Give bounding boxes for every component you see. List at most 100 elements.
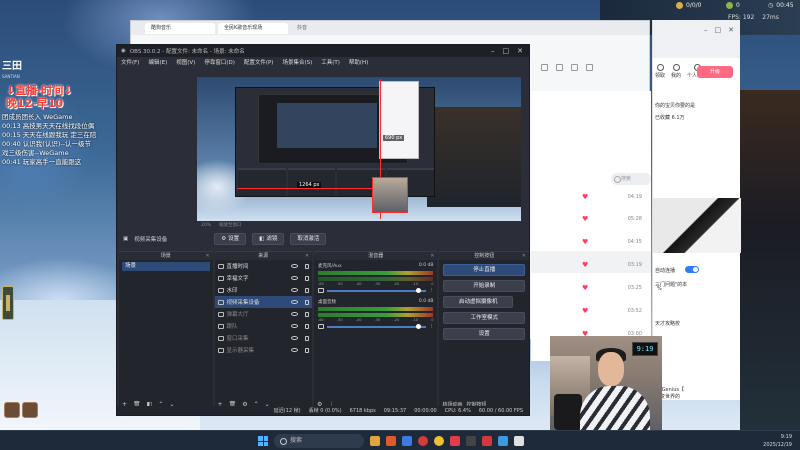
heart-icon[interactable]: ♥ — [582, 307, 588, 315]
album-cover[interactable] — [653, 198, 741, 253]
menu-tools[interactable]: 工具(T) — [321, 58, 340, 66]
dock-close-icon[interactable]: ✕ — [522, 252, 526, 260]
speaker-icon[interactable] — [318, 288, 325, 293]
lock-icon[interactable] — [305, 335, 310, 341]
start-virtual-camera-button[interactable]: 启动虚拟摄像机 — [443, 296, 513, 308]
lock-icon[interactable] — [305, 275, 310, 281]
zoom-to-window[interactable]: 缩放至窗口 — [219, 222, 242, 228]
heart-icon[interactable]: ♥ — [582, 261, 588, 269]
close-icon[interactable]: ✕ — [517, 47, 523, 55]
game-item-slot[interactable] — [4, 402, 20, 418]
bookmark-icon[interactable] — [556, 64, 563, 71]
menu-docks[interactable]: 停靠窗口(D) — [204, 58, 235, 66]
song-row[interactable]: ♥ 05:28 — [582, 214, 642, 224]
more-icon[interactable]: ⋮ — [429, 288, 434, 293]
split-icon[interactable] — [586, 64, 593, 71]
system-tray-clock[interactable]: 9:19 2025/12/19 — [763, 433, 792, 449]
menu-file[interactable]: 文件(F) — [121, 58, 139, 66]
app-icon[interactable] — [402, 436, 412, 446]
lock-icon[interactable] — [305, 263, 310, 269]
source-item[interactable]: 跟队 — [215, 320, 313, 332]
settings-button[interactable]: 设置 — [443, 328, 525, 340]
zoom-level[interactable]: 20% — [201, 223, 211, 228]
browser-tab[interactable]: 全民K歌音乐现场 — [218, 22, 288, 34]
source-item[interactable]: 幸福文字 — [215, 272, 313, 284]
nav-item-mine[interactable]: 我的 — [671, 64, 681, 79]
slider-track[interactable] — [327, 289, 426, 292]
heart-icon[interactable]: ♥ — [582, 284, 588, 292]
game-item-slot[interactable] — [22, 402, 38, 418]
stop-streaming-button[interactable]: 停止直播 — [443, 264, 525, 276]
menu-scene-collection[interactable]: 场景集合(S) — [282, 58, 312, 66]
game-side-tab[interactable] — [2, 286, 14, 320]
app-icon[interactable] — [482, 436, 492, 446]
chrome-icon[interactable] — [434, 436, 444, 446]
browser-tab[interactable]: 抖音 — [291, 23, 361, 34]
app-icon[interactable] — [498, 436, 508, 446]
speaker-icon[interactable] — [318, 324, 325, 329]
close-icon[interactable]: ✕ — [728, 26, 734, 34]
menu-profile[interactable]: 配置文件(P) — [244, 58, 274, 66]
source-item[interactable]: 水印 — [215, 284, 313, 296]
more-icon[interactable]: ⋮ — [429, 324, 434, 329]
volume-slider[interactable]: ⋮ — [318, 288, 433, 293]
lock-icon[interactable] — [305, 287, 310, 293]
dock-close-icon[interactable]: ✕ — [430, 252, 434, 260]
heart-icon[interactable]: ♥ — [582, 238, 588, 246]
upgrade-button[interactable]: 升级 — [697, 66, 733, 78]
lock-icon[interactable] — [305, 311, 310, 317]
autoplay-toggle[interactable] — [685, 266, 699, 273]
maximize-icon[interactable]: □ — [715, 26, 722, 34]
obs-preview[interactable]: 1264 px 690 px — [197, 77, 521, 221]
song-row[interactable]: ♥ 03:52 — [582, 306, 642, 316]
song-row[interactable]: ♥ 03:19 — [582, 260, 642, 270]
maximize-icon[interactable]: □ — [503, 47, 510, 55]
browser-tab[interactable]: 酷狗音乐 — [145, 22, 215, 34]
hidden-icon[interactable] — [291, 324, 299, 328]
hidden-icon[interactable] — [291, 348, 299, 352]
source-item[interactable]: 窗口采集 — [215, 332, 313, 344]
obs-taskbar-icon[interactable] — [466, 436, 476, 446]
app-icon[interactable] — [418, 436, 428, 446]
minimize-icon[interactable]: – — [704, 26, 708, 34]
lock-icon[interactable] — [305, 299, 310, 305]
source-item[interactable]: 显示器采集 — [215, 344, 313, 356]
visibility-icon[interactable] — [291, 264, 299, 268]
slider-knob[interactable] — [416, 288, 422, 293]
song-row[interactable]: ♥ 03:25 — [582, 283, 642, 293]
heart-icon[interactable]: ♥ — [582, 215, 588, 223]
menu-view[interactable]: 视图(V) — [176, 58, 195, 66]
menu-edit[interactable]: 编辑(E) — [148, 58, 167, 66]
song-row[interactable]: ♥ 04:15 — [582, 237, 642, 247]
minimize-icon[interactable]: – — [491, 47, 495, 55]
settings-button[interactable]: ⚙ 设置 — [214, 233, 247, 245]
slider-track[interactable] — [327, 325, 426, 328]
heart-icon[interactable]: ♥ — [582, 193, 588, 201]
scene-item[interactable]: 场景 — [122, 262, 210, 271]
visibility-icon[interactable] — [291, 300, 299, 304]
share-icon[interactable] — [541, 64, 548, 71]
start-button[interactable] — [258, 436, 268, 446]
window-icon[interactable] — [571, 64, 578, 71]
filters-button[interactable]: ◧ 滤镜 — [252, 233, 285, 245]
hidden-icon[interactable] — [291, 336, 299, 340]
volume-slider[interactable]: ⋮ — [318, 324, 433, 329]
dock-close-icon[interactable]: ✕ — [205, 252, 209, 260]
source-item-selected[interactable]: 视频采集设备 — [214, 296, 313, 308]
hidden-icon[interactable] — [291, 312, 299, 316]
song-row[interactable]: ♥ 04:19 — [582, 192, 642, 202]
start-recording-button[interactable]: 开始录制 — [443, 280, 525, 292]
explorer-icon[interactable] — [370, 436, 380, 446]
song-search-input[interactable]: 搜索 — [611, 173, 651, 185]
source-item[interactable]: 直播时间 — [215, 260, 313, 272]
lock-icon[interactable] — [305, 347, 310, 353]
visibility-icon[interactable] — [291, 288, 299, 292]
visibility-icon[interactable] — [291, 276, 299, 280]
preview-webcam-source[interactable] — [372, 177, 408, 213]
taskbar-search[interactable]: 搜索 — [274, 434, 364, 448]
lock-icon[interactable] — [305, 323, 310, 329]
nav-item-receive[interactable]: 领取 — [655, 64, 665, 79]
app-icon[interactable] — [386, 436, 396, 446]
menu-help[interactable]: 帮助(H) — [349, 58, 368, 66]
slider-knob[interactable] — [416, 324, 422, 329]
